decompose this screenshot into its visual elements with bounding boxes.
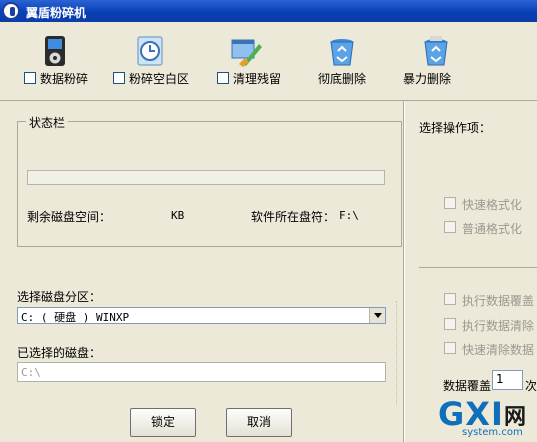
normal-format-checkbox[interactable] [444,221,456,233]
toolbar-force-delete[interactable]: 暴力删除 [400,22,475,94]
title-bar: 翼盾粉碎机 [0,0,537,22]
clock-file-icon [137,36,163,66]
progress-bar [27,170,385,185]
delete-permanently-label: 彻底删除 [318,72,367,86]
app-icon [2,2,20,20]
clean-residue-checkbox[interactable] [217,72,229,84]
window-title: 翼盾粉碎机 [26,6,87,20]
install-drive-value: F:\ [339,209,359,222]
quick-format-checkbox[interactable] [444,197,456,209]
watermark-url: system.com [462,427,523,438]
recycle-bin-full-icon [424,36,448,66]
clear-data-checkbox[interactable] [444,318,456,330]
toolbar-shred-free-space[interactable]: 粉碎空白区 [110,22,210,94]
recycle-bin-icon [330,39,354,66]
status-legend: 状态栏 [26,114,69,131]
force-delete-label: 暴力删除 [403,72,452,86]
splitter-handle[interactable] [396,301,399,405]
overwrite-count-label: 数据覆盖 [443,379,492,393]
overwrite-count-field[interactable]: 1 [492,370,523,390]
toolbar-data-shred[interactable]: 数据粉碎 [20,22,100,94]
cleaning-brush-icon [231,39,262,67]
overwrite-count-unit: 次 [525,379,537,393]
toolbar-delete-permanently[interactable]: 彻底删除 [312,22,382,94]
toolbar-clean-residue[interactable]: 清理残留 [215,22,305,94]
left-pane: 状态栏 剩余磁盘空间： KB 软件所在盘符： F:\ 选择磁盘分区： C: ( … [0,101,404,442]
main-area: 状态栏 剩余磁盘空间： KB 软件所在盘符： F:\ 选择磁盘分区： C: ( … [0,100,537,442]
toolbar: 数据粉碎 粉碎空白区 清理残留 彻底删除 暴力删除 [0,22,537,94]
clear-data-label: 执行数据清除 [462,319,535,333]
overwrite-data-checkbox[interactable] [444,293,456,305]
status-group: 状态栏 剩余磁盘空间： KB 软件所在盘符： F:\ [17,114,402,247]
free-space-unit: KB [171,209,185,222]
chevron-down-icon[interactable] [369,308,385,323]
quick-format-label: 快速格式化 [462,198,523,212]
options-pane: 选择操作项： 快速格式化 普通格式化 执行数据覆盖 执行数据清除 快速清除数据 … [403,101,537,442]
free-space-label: 剩余磁盘空间： [27,210,112,224]
site-watermark: GXI 网 system.com [438,395,537,441]
selected-disk-label: 已选择的磁盘： [17,346,102,360]
quick-clear-label: 快速清除数据 [462,343,535,357]
shred-free-space-label: 粉碎空白区 [129,72,190,86]
selected-disk-field[interactable]: C:\ [17,362,386,382]
shred-free-space-checkbox[interactable] [113,72,125,84]
partition-selected-value: C: ( 硬盘 ) WINXP [21,311,130,324]
options-title: 选择操作项： [419,121,492,135]
partition-label: 选择磁盘分区： [17,290,102,304]
partition-select[interactable]: C: ( 硬盘 ) WINXP [17,307,386,324]
quick-clear-checkbox[interactable] [444,342,456,354]
cancel-button[interactable]: 取消 [226,408,292,437]
ipod-icon [45,36,65,66]
data-shred-label: 数据粉碎 [40,72,89,86]
data-shred-checkbox[interactable] [24,72,36,84]
normal-format-label: 普通格式化 [462,222,523,236]
install-drive-label: 软件所在盘符： [251,210,336,224]
lock-button[interactable]: 锁定 [130,408,196,437]
options-divider [419,267,537,268]
overwrite-data-label: 执行数据覆盖 [462,294,535,308]
clean-residue-label: 清理残留 [233,72,282,86]
